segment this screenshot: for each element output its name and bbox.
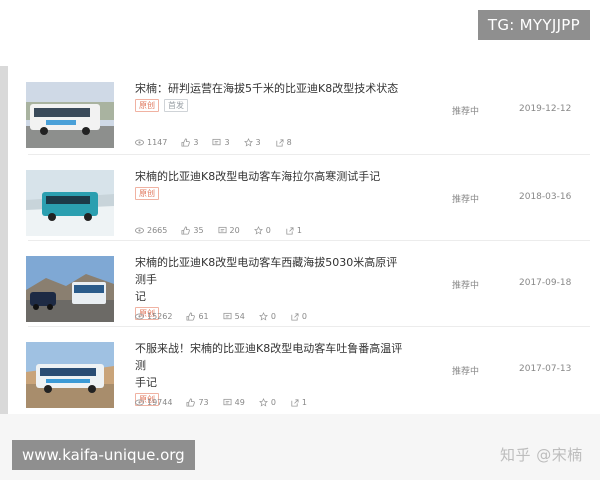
article-row[interactable]: 宋楠的比亚迪K8改型电动客车海拉尔高寒测试手记 原创 2665 35 20 0 … — [8, 154, 600, 240]
views-count: 1147 — [147, 138, 168, 147]
shares-count: 1 — [296, 226, 302, 235]
likes-count: 35 — [193, 226, 204, 235]
publish-date: 2018-03-16 — [519, 192, 572, 202]
eye-icon — [135, 139, 144, 146]
publish-date: 2017-09-18 — [519, 278, 572, 288]
thumbs-up-icon — [181, 226, 191, 235]
comment-icon — [218, 226, 227, 234]
tg-watermark: TG: MYYJJPP — [477, 10, 590, 40]
comment-icon — [223, 398, 232, 406]
star-icon — [258, 312, 268, 321]
comments-count: 54 — [234, 312, 245, 321]
article-stats: 15262 61 54 0 0 — [135, 312, 307, 321]
recommend-status: 推荐中 — [452, 195, 480, 205]
article-stats: 19744 73 49 0 1 — [135, 398, 307, 407]
eye-icon — [135, 399, 144, 406]
favorites-count: 0 — [270, 398, 276, 407]
views-count: 2665 — [147, 226, 168, 235]
comments-count: 49 — [234, 398, 245, 407]
first-release-badge: 首发 — [164, 99, 188, 112]
views-count: 15262 — [147, 312, 173, 321]
article-stats: 1147 3 3 3 8 — [135, 138, 292, 147]
recommend-status: 推荐中 — [452, 281, 480, 291]
publish-date: 2019-12-12 — [519, 104, 572, 114]
zhihu-watermark: 知乎 @宋楠 — [500, 446, 583, 464]
article-row[interactable]: 宋楠的比亚迪K8改型电动客车西藏海拔5030米高原评测手 记 原创 15262 … — [8, 240, 600, 326]
share-icon — [291, 399, 299, 407]
article-title[interactable]: 不服来战！宋楠的比亚迪K8改型电动客车吐鲁番高温评测 手记 原创 — [135, 340, 405, 406]
article-thumbnail[interactable] — [26, 256, 114, 322]
eye-icon — [135, 313, 144, 320]
article-title[interactable]: 宋楠的比亚迪K8改型电动客车西藏海拔5030米高原评测手 记 原创 — [135, 254, 405, 320]
share-icon — [291, 313, 299, 321]
article-title[interactable]: 宋楠的比亚迪K8改型电动客车海拉尔高寒测试手记 原创 — [135, 168, 405, 200]
likes-count: 73 — [198, 398, 209, 407]
comments-count: 20 — [229, 226, 240, 235]
likes-count: 61 — [198, 312, 209, 321]
shares-count: 8 — [286, 138, 292, 147]
article-title[interactable]: 宋楠：研判运营在海拔5千米的比亚迪K8改型技术状态 原创 首发 — [135, 80, 405, 112]
article-row[interactable]: 宋楠：研判运营在海拔5千米的比亚迪K8改型技术状态 原创 首发 1147 3 3… — [8, 66, 600, 152]
comments-count: 3 — [224, 138, 230, 147]
publish-date: 2017-07-13 — [519, 364, 572, 374]
article-list: 宋楠：研判运营在海拔5千米的比亚迪K8改型技术状态 原创 首发 1147 3 3… — [8, 66, 600, 464]
left-border — [0, 66, 8, 414]
shares-count: 1 — [301, 398, 308, 407]
site-watermark: www.kaifa-unique.org — [12, 440, 195, 470]
recommend-status: 推荐中 — [452, 367, 480, 377]
shares-count: 0 — [301, 312, 308, 321]
thumbs-up-icon — [186, 398, 196, 407]
article-stats: 2665 35 20 0 1 — [135, 226, 302, 235]
share-icon — [286, 227, 294, 235]
article-thumbnail[interactable] — [26, 82, 114, 148]
thumbs-up-icon — [181, 138, 191, 147]
star-icon — [253, 226, 263, 235]
favorites-count: 0 — [270, 312, 276, 321]
article-row[interactable]: 不服来战！宋楠的比亚迪K8改型电动客车吐鲁番高温评测 手记 原创 19744 7… — [8, 326, 600, 412]
share-icon — [276, 139, 284, 147]
favorites-count: 0 — [265, 226, 271, 235]
recommend-status: 推荐中 — [452, 107, 480, 117]
star-icon — [243, 138, 253, 147]
likes-count: 3 — [193, 138, 199, 147]
article-thumbnail[interactable] — [26, 170, 114, 236]
comment-icon — [212, 138, 221, 146]
eye-icon — [135, 227, 144, 234]
comment-icon — [223, 312, 232, 320]
favorites-count: 3 — [255, 138, 261, 147]
thumbs-up-icon — [186, 312, 196, 321]
original-badge: 原创 — [135, 187, 159, 200]
views-count: 19744 — [147, 398, 173, 407]
article-thumbnail[interactable] — [26, 342, 114, 408]
star-icon — [258, 398, 268, 407]
original-badge: 原创 — [135, 99, 159, 112]
